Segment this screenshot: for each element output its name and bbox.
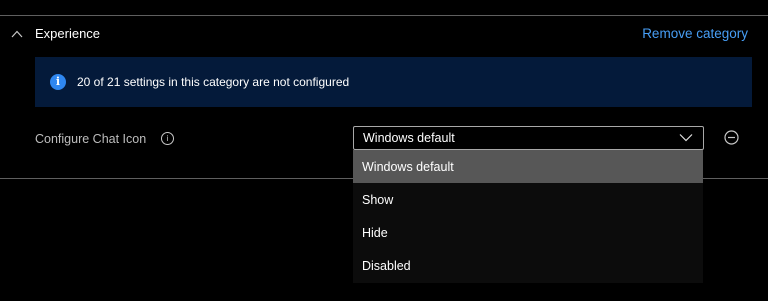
option-show[interactable]: Show xyxy=(353,183,703,216)
help-info-icon[interactable]: i xyxy=(161,132,174,145)
option-windows-default[interactable]: Windows default xyxy=(353,150,703,183)
info-banner: i 20 of 21 settings in this category are… xyxy=(35,57,752,107)
info-banner-text: 20 of 21 settings in this category are n… xyxy=(77,75,350,89)
option-hide[interactable]: Hide xyxy=(353,216,703,249)
option-label: Hide xyxy=(362,226,388,240)
settings-page: Experience Remove category i 20 of 21 se… xyxy=(0,0,768,301)
select-dropdown-list: Windows default Show Hide Disabled xyxy=(353,150,703,283)
section-title: Experience xyxy=(35,26,101,41)
remove-category-link[interactable]: Remove category xyxy=(642,26,748,42)
info-icon: i xyxy=(50,74,66,90)
remove-setting-icon[interactable] xyxy=(724,130,739,145)
option-label: Show xyxy=(362,193,394,207)
option-label: Disabled xyxy=(362,259,411,273)
select-value: Windows default xyxy=(363,131,455,145)
option-label: Windows default xyxy=(362,160,454,174)
option-disabled[interactable]: Disabled xyxy=(353,249,703,282)
chevron-down-icon xyxy=(679,134,693,142)
divider-top xyxy=(0,15,768,16)
setting-label: Configure Chat Icon xyxy=(35,132,147,146)
chat-icon-select[interactable]: Windows default xyxy=(353,126,704,150)
chevron-up-icon[interactable] xyxy=(11,29,23,39)
